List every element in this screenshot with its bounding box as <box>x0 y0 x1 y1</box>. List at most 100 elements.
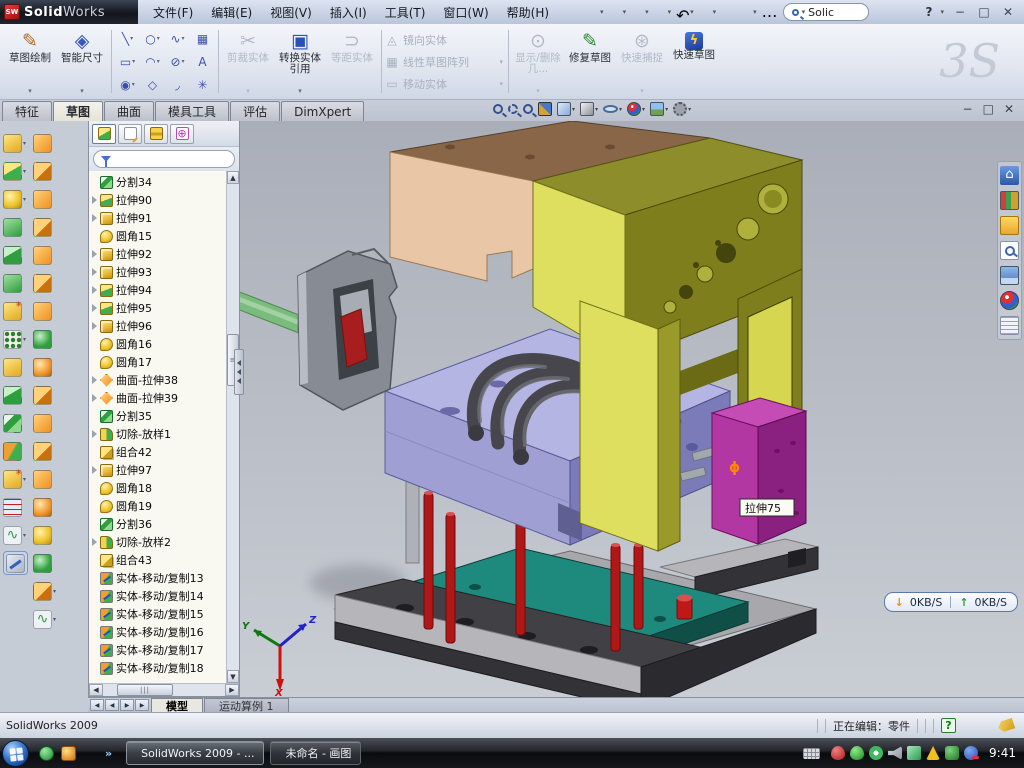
instant3d-icon[interactable] <box>3 551 28 575</box>
特征[interactable]: 特征 <box>2 101 52 121</box>
next-tab-button[interactable]: ▶ <box>120 699 134 711</box>
boundary-boss-icon[interactable] <box>3 271 28 295</box>
view-palette-tab[interactable] <box>1000 266 1019 285</box>
sketch-button[interactable]: ✎ 草图绘制 ▾ <box>4 26 56 97</box>
tree-item[interactable]: 实体-移动/复制15 <box>89 605 226 623</box>
expand-arrow-icon[interactable] <box>92 196 97 204</box>
tree-item[interactable]: 分割36 <box>89 515 226 533</box>
offset-entities-button[interactable]: ⊃ 等距实体 <box>326 26 378 97</box>
extend-surface-icon[interactable] <box>33 411 56 435</box>
trim-entities-button[interactable]: ✂ 剪裁实体 ▾ <box>222 26 274 97</box>
expand-arrow-icon[interactable] <box>92 322 97 330</box>
section-view-icon[interactable] <box>537 101 553 117</box>
ellipse-icon[interactable]: ⊘ ▾ <box>165 50 190 73</box>
planar-surface-icon[interactable] <box>33 299 56 323</box>
expand-arrow-icon[interactable] <box>92 430 97 438</box>
tree-item[interactable]: 实体-移动/复制13 <box>89 569 226 587</box>
模型[interactable]: 模型 <box>151 698 203 712</box>
view-orientation-icon[interactable]: ▾ <box>556 101 576 117</box>
close-button[interactable]: ✕ <box>1000 5 1016 19</box>
delete-body-icon[interactable]: ▾ <box>3 467 28 491</box>
DimXpert[interactable]: DimXpert <box>281 101 364 121</box>
tree-item[interactable]: 曲面-拉伸38 <box>89 371 226 389</box>
pin-icon[interactable] <box>566 2 583 22</box>
undo-icon[interactable]: ↶ ▾ <box>674 2 696 22</box>
评估[interactable]: 评估 <box>230 101 280 121</box>
polygon-icon[interactable]: ◇ <box>140 73 165 96</box>
tray-shield-green-icon[interactable] <box>850 746 864 760</box>
swept-boss-icon[interactable] <box>3 215 28 239</box>
combine-bodies-icon[interactable] <box>3 355 28 379</box>
display-style-icon[interactable]: ▾ <box>579 101 599 117</box>
tree-item[interactable]: 拉伸92 <box>89 245 226 263</box>
tray-antivirus-icon[interactable] <box>831 746 845 760</box>
network-speed-widget[interactable]: ↓0KB/S ↑0KB/S <box>884 592 1018 612</box>
tree-item[interactable]: 圆角16 <box>89 335 226 353</box>
tag-icon[interactable] <box>997 718 1016 733</box>
quicklaunch-messenger-icon[interactable] <box>39 746 54 761</box>
tray-defender-icon[interactable] <box>945 746 959 760</box>
rapid-sketch-button[interactable]: ϟ 快速草图 <box>668 26 720 97</box>
menu-help[interactable]: 帮助(H) <box>498 1 558 23</box>
menu-window[interactable]: 窗口(W) <box>434 1 497 23</box>
草图[interactable]: 草图 <box>53 101 103 121</box>
tree-item[interactable]: 圆角15 <box>89 227 226 245</box>
rectangle-icon[interactable]: ▭ ▾ <box>115 50 140 73</box>
trim-surface-icon[interactable] <box>33 439 56 463</box>
edit-appearance-icon[interactable]: ▾ <box>626 101 646 117</box>
expand-arrow-icon[interactable] <box>92 268 97 276</box>
filled-surface-icon[interactable] <box>33 355 56 379</box>
display-delete-relations-button[interactable]: ⊙ 显示/删除几... ▾ <box>512 26 564 97</box>
menu-view[interactable]: 视图(V) <box>261 1 321 23</box>
tree-item[interactable]: 切除-放样2 <box>89 533 226 551</box>
menu-tools[interactable]: 工具(T) <box>376 1 435 23</box>
dimxpertmanager-tab[interactable]: ⊕ <box>170 124 194 144</box>
tree-item[interactable]: 圆角17 <box>89 353 226 371</box>
tree-item[interactable]: 圆角18 <box>89 479 226 497</box>
intersect-icon[interactable] <box>3 383 28 407</box>
menu-file[interactable]: 文件(F) <box>144 1 202 23</box>
minimize-button[interactable]: − <box>952 5 968 19</box>
ruled-surface-icon[interactable] <box>33 523 56 547</box>
doc-close-button[interactable]: ✕ <box>1004 102 1014 116</box>
tree-filter-input[interactable] <box>93 150 235 168</box>
search-input[interactable]: ▾ Solic <box>783 3 870 21</box>
task-button[interactable]: 未命名 - 画图 <box>270 741 361 765</box>
expand-arrow-icon[interactable] <box>92 466 97 474</box>
overflow-icon[interactable]: ⋯ <box>760 2 777 22</box>
sketch-picture-icon[interactable]: ▦ <box>190 27 215 50</box>
tree-item[interactable]: 组合42 <box>89 443 226 461</box>
tray-warning-icon[interactable] <box>926 746 940 760</box>
repair-sketch-button[interactable]: ✎ 修复草图 <box>564 26 616 97</box>
surface-spline-icon[interactable]: ▾ <box>33 607 56 631</box>
select-icon[interactable]: ▾ <box>697 2 719 22</box>
propertymanager-tab[interactable] <box>118 124 142 144</box>
lofted-surface-icon[interactable] <box>33 215 56 239</box>
scroll-up-icon[interactable]: ▲ <box>227 171 239 184</box>
search-tab[interactable] <box>1000 241 1019 260</box>
file-explorer-tab[interactable] <box>1000 216 1019 235</box>
tree-item[interactable]: 拉伸93 <box>89 263 226 281</box>
slot-icon[interactable]: ◉ ▾ <box>115 73 140 96</box>
tree-item[interactable]: 实体-移动/复制17 <box>89 641 226 659</box>
curve-icon[interactable] <box>3 495 28 519</box>
tray-messenger-icon[interactable] <box>964 746 978 760</box>
linear-pattern-icon[interactable]: ▾ <box>3 327 28 351</box>
design-library-tab[interactable] <box>1000 191 1019 210</box>
模具工具[interactable]: 模具工具 <box>155 101 229 121</box>
help-button[interactable]: ? <box>926 5 933 19</box>
quicklaunch-chevron-icon[interactable]: » <box>105 747 112 760</box>
revolved-surface-icon[interactable] <box>33 159 56 183</box>
expand-arrow-icon[interactable] <box>92 214 97 222</box>
tree-item[interactable]: 拉伸91 <box>89 209 226 227</box>
expand-arrow-icon[interactable] <box>92 394 97 402</box>
doc-minimize-button[interactable]: − <box>963 102 973 116</box>
status-help-button[interactable]: ? <box>941 718 956 733</box>
prev-tab-button[interactable]: ◀ <box>105 699 119 711</box>
menu-insert[interactable]: 插入(I) <box>321 1 376 23</box>
tree-item[interactable]: 曲面-拉伸39 <box>89 389 226 407</box>
thicken-icon[interactable] <box>33 495 56 519</box>
quicklaunch-config-icon[interactable] <box>61 746 76 761</box>
extruded-surface-icon[interactable] <box>33 131 56 155</box>
open-icon[interactable]: ▾ <box>607 2 629 22</box>
